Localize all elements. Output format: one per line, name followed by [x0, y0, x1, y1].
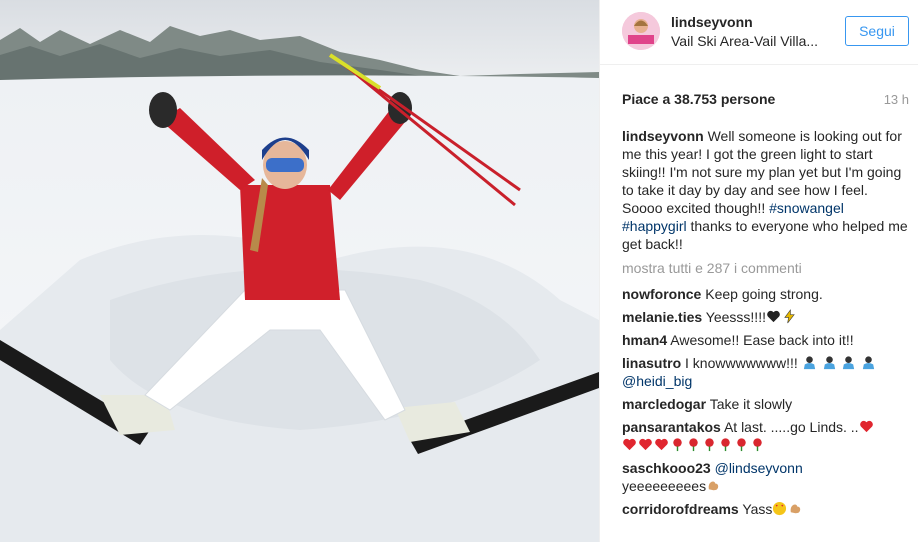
header-location[interactable]: Vail Ski Area-Vail Villa...	[671, 33, 818, 49]
instagram-post-modal: lindseyvonn Vail Ski Area-Vail Villa... …	[0, 0, 918, 542]
profile-picture-icon	[622, 12, 660, 50]
comment-username[interactable]: melanie.ties	[622, 309, 702, 325]
comment-username[interactable]: pansarantakos	[622, 419, 721, 435]
comment-mention[interactable]: @heidi_big	[622, 373, 692, 389]
comment: marcledogar Take it slowly	[622, 395, 910, 413]
comment: corridorofdreams Yass	[622, 500, 910, 518]
post-caption: lindseyvonn Well someone is looking out …	[622, 127, 910, 253]
caption-username[interactable]: lindseyvonn	[622, 128, 704, 144]
header-username[interactable]: lindseyvonn	[671, 14, 753, 30]
comments-list: lindseyvonn Well someone is looking out …	[622, 127, 910, 523]
comment: pansarantakos At last. .....go Linds. ..	[622, 418, 910, 454]
view-all-comments-link[interactable]: mostra tutti e 287 i commenti	[622, 259, 910, 277]
rose-icon	[721, 438, 730, 452]
comment-username[interactable]: linasutro	[622, 355, 681, 371]
comment-text: yeeeeeeeees	[622, 478, 707, 494]
rose-icon	[689, 438, 698, 452]
skier-icon	[803, 356, 815, 370]
skier-icon	[823, 356, 835, 370]
rose-icon	[673, 438, 682, 452]
avatar[interactable]	[622, 12, 660, 50]
comment-username[interactable]: marcledogar	[622, 396, 706, 412]
comment: nowforonce Keep going strong.	[622, 285, 910, 303]
muscle-icon	[708, 481, 719, 491]
red-heart-icon	[623, 438, 636, 451]
muscle-icon	[791, 504, 801, 514]
comment-text: Awesome!! Ease back into it!!	[670, 332, 854, 348]
follow-button[interactable]: Segui	[845, 16, 909, 46]
comment-text: Keep going strong.	[705, 286, 823, 302]
comment-text: Take it slowly	[709, 396, 793, 412]
rose-icon	[737, 438, 746, 452]
heart-eyes-icon	[773, 501, 787, 516]
comment: linasutro I knowwwwwww!!! @heidi_big	[622, 354, 910, 390]
hashtag-snowangel[interactable]: #snowangel	[769, 200, 844, 216]
rose-icon	[705, 438, 714, 452]
skier-icon	[843, 356, 855, 370]
skier-snow-angel-image	[0, 0, 599, 542]
comment-text: At last. .....go Linds. ..	[723, 419, 859, 435]
comment-username[interactable]: corridorofdreams	[622, 501, 739, 517]
post-side-panel: lindseyvonn Vail Ski Area-Vail Villa... …	[599, 0, 918, 542]
comment-username[interactable]: saschkooo23	[622, 460, 711, 476]
red-heart-icon	[859, 420, 873, 433]
post-time[interactable]: 13 h	[884, 92, 909, 107]
comment-mention[interactable]: @lindseyvonn	[715, 460, 803, 476]
skier-icon	[863, 356, 875, 370]
comment-username[interactable]: hman4	[622, 332, 667, 348]
comment: hman4 Awesome!! Ease back into it!!	[622, 331, 910, 349]
comment: melanie.ties Yeesss!!!!	[622, 308, 910, 326]
comment-text: I knowwwwwww!!!	[685, 355, 798, 371]
black-heart-icon	[767, 310, 780, 323]
red-heart-icon	[639, 438, 652, 451]
comment: saschkooo23 @lindseyvonn yeeeeeeeees	[622, 459, 910, 495]
post-header: lindseyvonn Vail Ski Area-Vail Villa... …	[600, 0, 918, 65]
comment-text: Yeesss!!!!	[705, 309, 766, 325]
comment-text: Yass	[742, 501, 773, 517]
lightning-icon	[784, 309, 795, 324]
rose-icon	[753, 438, 762, 452]
post-photo[interactable]	[0, 0, 599, 542]
red-heart-icon	[655, 438, 668, 451]
likes-count[interactable]: Piace a 38.753 persone	[622, 91, 775, 107]
hashtag-happygirl[interactable]: #happygirl	[622, 218, 687, 234]
comment-username[interactable]: nowforonce	[622, 286, 701, 302]
